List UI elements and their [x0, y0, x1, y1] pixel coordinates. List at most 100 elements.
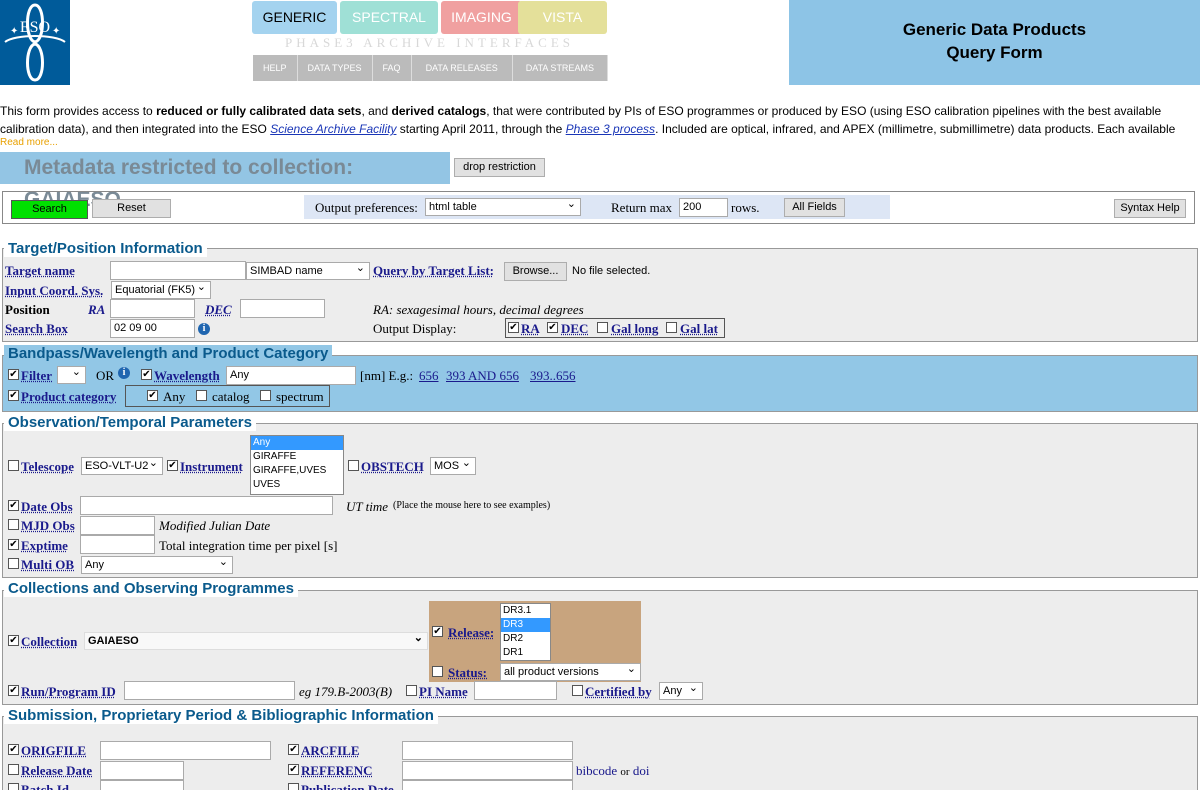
exptime-link[interactable]: Exptime: [21, 538, 68, 554]
certified-by-checkbox[interactable]: [572, 685, 583, 696]
list-item[interactable]: Any: [251, 436, 343, 450]
spectrum-checkbox[interactable]: [260, 390, 271, 401]
status-select[interactable]: all product versions: [500, 661, 641, 681]
instrument-link[interactable]: Instrument: [180, 459, 243, 475]
tab-generic[interactable]: GENERIC: [252, 1, 337, 34]
telescope-select[interactable]: ESO-VLT-U2: [81, 455, 163, 475]
out-dec-link[interactable]: DEC: [561, 321, 588, 337]
collection-select[interactable]: GAIAESO: [84, 630, 428, 650]
run-id-link[interactable]: Run/Program ID: [21, 684, 116, 700]
wavelength-input[interactable]: Any: [226, 366, 356, 385]
read-more-link[interactable]: Read more...: [0, 137, 58, 148]
gal-lat-checkbox[interactable]: [666, 322, 677, 333]
instrument-checkbox[interactable]: ✔: [167, 460, 178, 471]
pi-name-checkbox[interactable]: [406, 685, 417, 696]
run-id-checkbox[interactable]: ✔: [8, 685, 19, 696]
exptime-input[interactable]: [80, 535, 155, 554]
origfile-link[interactable]: ORIGFILE: [21, 743, 86, 759]
publication-date-link[interactable]: Publication Date: [301, 782, 394, 790]
phase3-process-link[interactable]: Phase 3 process: [566, 122, 655, 136]
referenc-checkbox[interactable]: ✔: [288, 764, 299, 775]
target-name-input[interactable]: [110, 261, 246, 280]
certified-by-link[interactable]: Certified by: [585, 684, 652, 700]
list-item[interactable]: DR2: [501, 632, 550, 646]
dec-input[interactable]: [240, 299, 325, 318]
drop-restriction-button[interactable]: drop restriction: [454, 158, 545, 177]
mjd-obs-link[interactable]: MJD Obs: [21, 518, 75, 534]
mjd-obs-checkbox[interactable]: [8, 519, 19, 530]
multi-ob-link[interactable]: Multi OB: [21, 557, 74, 573]
origfile-checkbox[interactable]: ✔: [8, 744, 19, 755]
referenc-input[interactable]: [402, 761, 573, 780]
browse-button[interactable]: Browse...: [504, 262, 567, 281]
query-by-target-list-link[interactable]: Query by Target List:: [373, 263, 494, 279]
gal-lat-link[interactable]: Gal lat: [680, 321, 718, 337]
tab-vista[interactable]: VISTA: [518, 1, 607, 34]
search-box-link[interactable]: Search Box: [5, 321, 68, 337]
publication-date-input[interactable]: [402, 780, 573, 790]
instrument-listbox[interactable]: Any GIRAFFE GIRAFFE,UVES UVES: [250, 435, 344, 495]
list-item[interactable]: GIRAFFE: [251, 450, 343, 464]
gal-long-checkbox[interactable]: [597, 322, 608, 333]
list-item[interactable]: GIRAFFE,UVES: [251, 464, 343, 478]
filter-select[interactable]: [57, 364, 86, 384]
syntax-help-button[interactable]: Syntax Help: [1114, 199, 1186, 218]
collection-link[interactable]: Collection: [21, 634, 77, 650]
dec-link[interactable]: DEC: [205, 302, 232, 318]
target-name-link[interactable]: Target name: [5, 263, 75, 279]
telescope-link[interactable]: Telescope: [21, 459, 74, 475]
example-656-link[interactable]: 656: [419, 368, 439, 384]
release-listbox[interactable]: DR3.1 DR3 DR2 DR1: [500, 603, 551, 661]
output-format-select[interactable]: html table: [425, 196, 581, 216]
date-obs-checkbox[interactable]: ✔: [8, 500, 19, 511]
pi-name-link[interactable]: PI Name: [419, 684, 468, 700]
resolver-select[interactable]: SIMBAD name: [246, 260, 370, 280]
coord-sys-select[interactable]: Equatorial (FK5): [111, 279, 211, 299]
arcfile-link[interactable]: ARCFILE: [301, 743, 360, 759]
telescope-checkbox[interactable]: [8, 460, 19, 471]
multi-ob-checkbox[interactable]: [8, 558, 19, 569]
example-range-link[interactable]: 393..656: [530, 368, 576, 384]
filter-checkbox[interactable]: ✔: [8, 369, 19, 380]
tab-spectral[interactable]: SPECTRAL: [340, 1, 438, 34]
catalog-checkbox[interactable]: [196, 390, 207, 401]
obstech-checkbox[interactable]: [348, 460, 359, 471]
collection-checkbox[interactable]: ✔: [8, 635, 19, 646]
publication-date-checkbox[interactable]: [288, 783, 299, 790]
status-checkbox[interactable]: [432, 666, 443, 677]
release-date-link[interactable]: Release Date: [21, 763, 92, 779]
example-393-and-656-link[interactable]: 393 AND 656: [446, 368, 519, 384]
subnav-data-releases[interactable]: DATA RELEASES: [412, 55, 513, 81]
mjd-obs-input[interactable]: [80, 516, 155, 535]
subnav-faq[interactable]: FAQ: [373, 55, 412, 81]
any-category-checkbox[interactable]: ✔: [147, 390, 158, 401]
release-checkbox[interactable]: ✔: [432, 626, 443, 637]
gal-long-link[interactable]: Gal long: [611, 321, 658, 337]
run-id-input[interactable]: [124, 681, 295, 700]
list-item[interactable]: DR1: [501, 646, 550, 660]
ra-input[interactable]: [110, 299, 195, 318]
arcfile-checkbox[interactable]: ✔: [288, 744, 299, 755]
multi-ob-select[interactable]: Any: [81, 554, 233, 574]
product-category-link[interactable]: Product category: [21, 389, 116, 405]
arcfile-input[interactable]: [402, 741, 573, 760]
search-box-input[interactable]: 02 09 00: [110, 319, 195, 338]
filter-link[interactable]: Filter: [21, 368, 52, 384]
origfile-input[interactable]: [100, 741, 271, 760]
product-category-checkbox[interactable]: ✔: [8, 390, 19, 401]
batch-id-checkbox[interactable]: [8, 783, 19, 790]
eso-logo[interactable]: ESO ✦ ✦: [0, 0, 70, 85]
release-date-checkbox[interactable]: [8, 764, 19, 775]
certified-by-select[interactable]: Any: [659, 680, 703, 700]
coord-sys-link[interactable]: Input Coord. Sys.: [5, 283, 103, 299]
out-ra-checkbox[interactable]: ✔: [508, 322, 519, 333]
return-max-input[interactable]: 200: [679, 198, 728, 217]
date-obs-input[interactable]: [80, 496, 333, 515]
subnav-data-streams[interactable]: DATA STREAMS: [513, 55, 608, 81]
list-item[interactable]: UVES: [251, 478, 343, 492]
date-obs-link[interactable]: Date Obs: [21, 499, 73, 515]
subnav-data-types[interactable]: DATA TYPES: [298, 55, 373, 81]
batch-id-input[interactable]: [100, 780, 184, 790]
science-archive-link[interactable]: Science Archive Facility: [270, 122, 396, 136]
out-dec-checkbox[interactable]: ✔: [547, 322, 558, 333]
